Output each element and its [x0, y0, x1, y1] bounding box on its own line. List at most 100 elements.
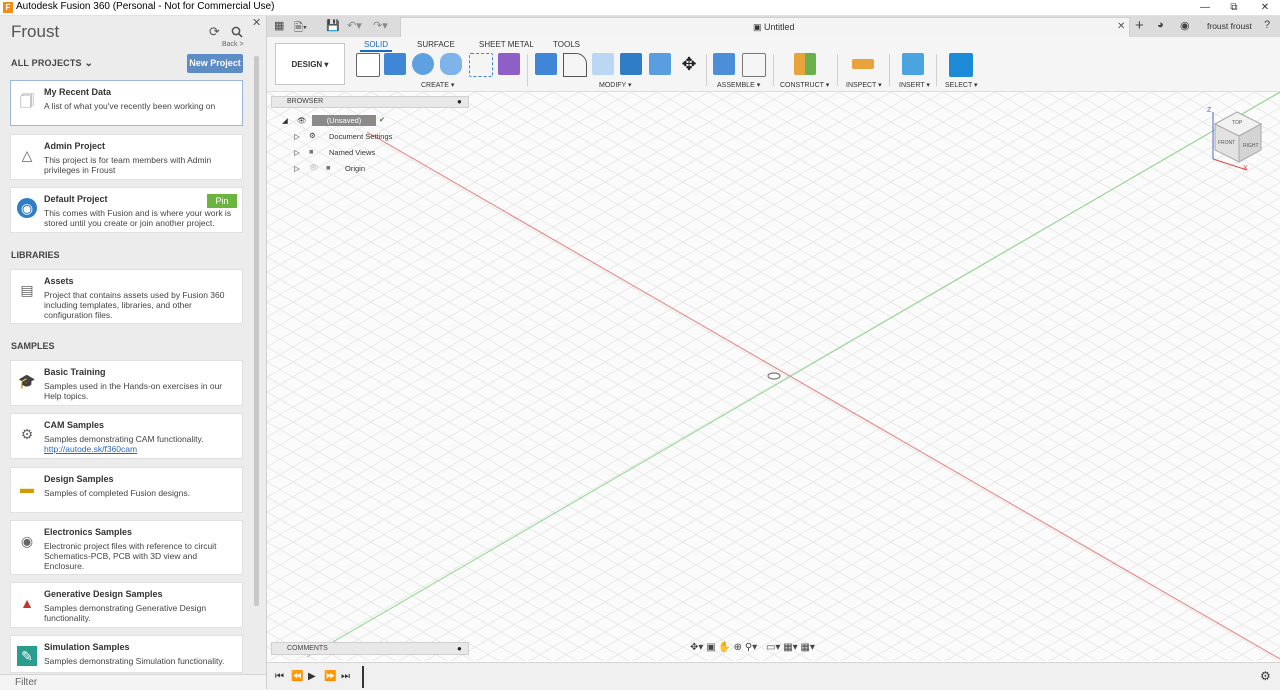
close-panel-icon[interactable]: ✕ [252, 16, 261, 29]
timeline-first-icon[interactable]: ⏮ [275, 671, 284, 682]
new-tab-plus-icon[interactable]: + [1135, 17, 1144, 34]
search-icon[interactable] [231, 26, 243, 38]
select-icon[interactable] [949, 53, 973, 77]
sample-card-electronics[interactable]: ◉ Electronics Samples Electronic project… [10, 520, 243, 575]
panel-scrollbar[interactable] [254, 56, 259, 606]
pan-icon[interactable]: ✋ [718, 642, 730, 653]
timeline-prev-icon[interactable]: ⏪ [291, 671, 303, 682]
browser-header[interactable]: BROWSER ● [271, 96, 469, 108]
shell-icon[interactable] [620, 53, 642, 75]
group-inspect[interactable]: INSPECT ▾ [846, 81, 882, 89]
sample-card-generative[interactable]: ▲ Generative Design Samples Samples demo… [10, 582, 243, 628]
document-tab[interactable]: ▣ Untitled ✕ [400, 17, 1130, 37]
tab-solid[interactable]: SOLID [360, 40, 393, 52]
new-component-icon[interactable] [713, 53, 735, 75]
filter-bar[interactable]: Filter [0, 674, 266, 690]
project-card-admin[interactable]: △ Admin Project This project is for team… [10, 134, 243, 180]
tab-sheet-metal[interactable]: SHEET METAL [479, 40, 534, 49]
revolve-icon[interactable] [412, 53, 434, 75]
timeline-marker[interactable] [362, 666, 364, 688]
orbit-icon[interactable]: ✥▾ [690, 642, 703, 653]
view-cube[interactable]: TOP FRONT RIGHT Z X [1205, 104, 1265, 174]
tree-item-named-views[interactable]: Named Views [329, 148, 375, 157]
expand-arrow-icon[interactable]: ▷ [294, 148, 300, 157]
offset-plane-icon[interactable] [794, 53, 816, 75]
comments-toggle-icon[interactable]: ● [457, 644, 462, 653]
project-title: Default Project [44, 194, 108, 204]
restore-icon[interactable]: ⧉ [1219, 0, 1249, 15]
group-insert[interactable]: INSERT ▾ [899, 81, 930, 89]
timeline-play-icon[interactable]: ▶ [308, 671, 316, 682]
close-window-icon[interactable]: ✕ [1250, 0, 1280, 15]
cam-link[interactable]: http://autode.sk/f360cam [44, 444, 137, 454]
refresh-icon[interactable]: ⟳ [209, 24, 220, 40]
zoom-icon[interactable]: ⚲▾ [745, 642, 757, 653]
library-card-assets[interactable]: ▤ Assets Project that contains assets us… [10, 269, 243, 324]
project-card-default[interactable]: ◉ Default Project This comes with Fusion… [10, 187, 243, 233]
timeline-bar [267, 662, 1280, 690]
timeline-last-icon[interactable]: ⏭ [341, 671, 350, 682]
group-construct[interactable]: CONSTRUCT ▾ [780, 81, 829, 89]
minimize-icon[interactable]: — [1190, 0, 1220, 15]
browser-collapse-icon[interactable]: ● [457, 97, 462, 106]
display-settings-icon[interactable]: ▭▾ [766, 642, 780, 653]
tab-surface[interactable]: SURFACE [417, 40, 455, 49]
combine-icon[interactable] [649, 53, 671, 75]
tree-root-label[interactable]: (Unsaved) [312, 115, 376, 126]
joint-icon[interactable] [742, 53, 766, 77]
file-menu-icon[interactable]: 🗎▾ [294, 19, 307, 38]
tree-root-toggle[interactable]: ◢ [282, 116, 288, 125]
expand-arrow-icon[interactable]: ▷ [294, 132, 300, 141]
comments-panel[interactable]: COMMENTS ● [271, 642, 469, 655]
hole-icon[interactable] [440, 53, 462, 75]
user-name[interactable]: froust froust [1207, 21, 1252, 31]
tree-item-document-settings[interactable]: Document Settings [329, 132, 392, 141]
project-card-recent[interactable]: 🗍 My Recent Data A list of what you've r… [10, 80, 243, 126]
chamfer-icon[interactable] [592, 53, 614, 75]
project-title: Admin Project [44, 141, 106, 151]
create-form-icon[interactable] [498, 53, 520, 75]
expand-arrow-icon[interactable]: ▷ [294, 164, 300, 173]
create-sketch-icon[interactable] [356, 53, 380, 77]
all-projects-dropdown[interactable]: ALL PROJECTS ⌄ [11, 58, 93, 69]
look-at-icon[interactable]: ▣ [706, 642, 715, 653]
comments-label: COMMENTS [287, 645, 328, 652]
sample-card-simulation[interactable]: ✎ Simulation Samples Samples demonstrati… [10, 635, 243, 673]
grid-menu-icon[interactable]: ▦ [274, 19, 284, 32]
measure-icon[interactable] [852, 59, 874, 69]
tree-item-origin[interactable]: Origin [345, 164, 365, 173]
back-link[interactable]: Back > [222, 41, 244, 48]
tab-tools[interactable]: TOOLS [553, 40, 580, 49]
jobs-status-icon[interactable]: ◕ [1157, 19, 1164, 31]
new-project-button[interactable]: New Project [187, 54, 243, 73]
press-pull-icon[interactable] [535, 53, 557, 75]
workspace-switcher[interactable]: DESIGN ▾ [275, 43, 345, 85]
sample-card-design[interactable]: ▬ Design Samples Samples of completed Fu… [10, 467, 243, 513]
insert-image-icon[interactable] [902, 53, 924, 75]
sample-card-basic-training[interactable]: 🎓 Basic Training Samples used in the Han… [10, 360, 243, 406]
group-create[interactable]: CREATE ▾ [421, 81, 454, 89]
move-icon[interactable]: ✥ [678, 53, 700, 75]
group-select[interactable]: SELECT ▾ [945, 81, 978, 89]
hidden-eye-icon[interactable]: 👁 [309, 163, 319, 172]
redo-icon[interactable]: ↷▾ [373, 19, 388, 32]
pin-button[interactable]: Pin [207, 194, 237, 208]
zoom-window-icon[interactable]: ⊕ [734, 642, 742, 653]
timeline-next-icon[interactable]: ⏩ [324, 671, 336, 682]
fillet-icon[interactable] [563, 53, 587, 77]
design-canvas[interactable] [267, 92, 1280, 661]
grid-settings-icon[interactable]: ▦▾ [783, 642, 797, 653]
group-assemble[interactable]: ASSEMBLE ▾ [717, 81, 760, 89]
help-icon[interactable]: ? [1264, 19, 1270, 31]
pattern-icon[interactable] [469, 53, 493, 77]
timeline-settings-gear-icon[interactable]: ⚙ [1260, 669, 1271, 683]
extrude-icon[interactable] [384, 53, 406, 75]
notifications-icon[interactable]: ◉ [1180, 19, 1190, 32]
visibility-eye-icon[interactable]: 👁 [297, 116, 307, 125]
undo-icon[interactable]: ↶▾ [347, 19, 362, 32]
save-icon[interactable]: 💾 [326, 19, 340, 32]
sample-card-cam[interactable]: ⚙ CAM Samples Samples demonstrating CAM … [10, 413, 243, 459]
group-modify[interactable]: MODIFY ▾ [599, 81, 632, 89]
close-tab-icon[interactable]: ✕ [1117, 21, 1125, 32]
viewports-icon[interactable]: ▦▾ [800, 642, 814, 653]
